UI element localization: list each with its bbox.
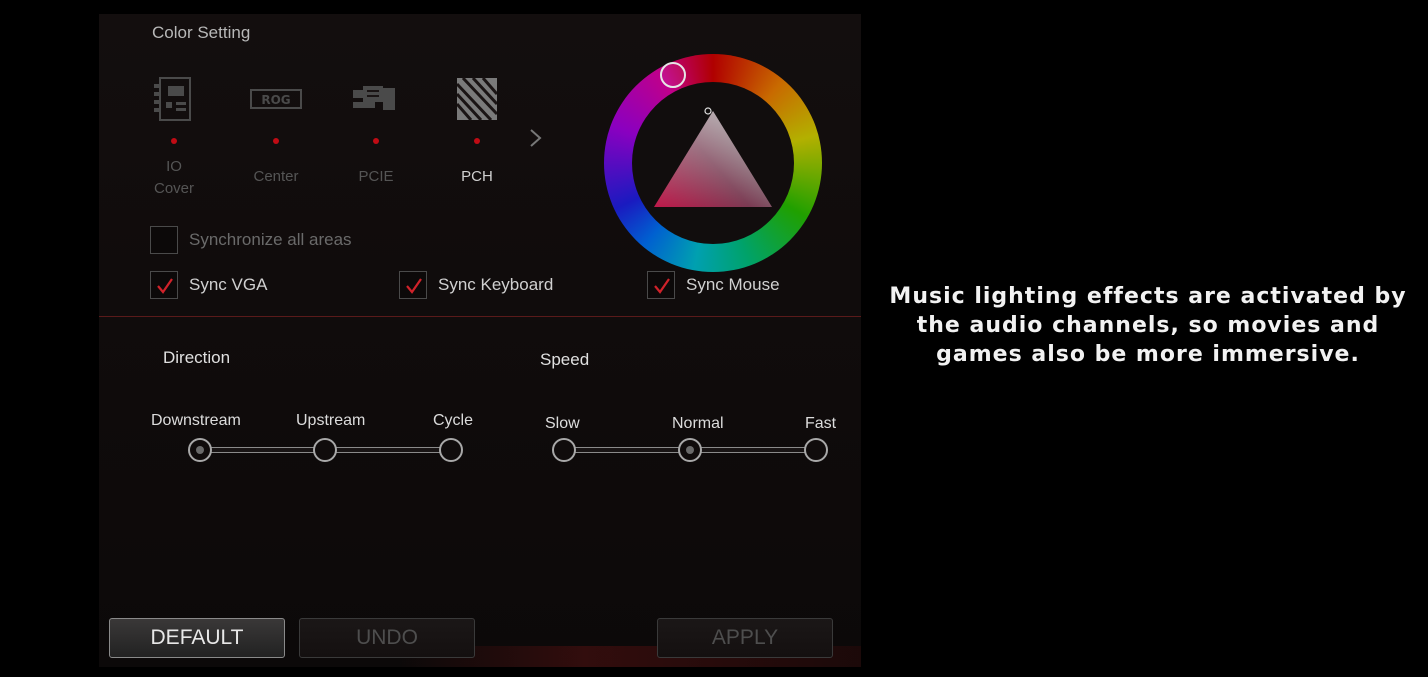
area-label-line-2: Cover <box>153 180 194 197</box>
area-status-dot <box>273 138 279 144</box>
sync-keyboard-label: Sync Keyboard <box>438 275 554 294</box>
sync-mouse-label: Sync Mouse <box>686 275 780 294</box>
sync-mouse-checkbox[interactable]: Sync Mouse <box>647 271 780 299</box>
area-label-line-1: IO <box>166 158 182 175</box>
sync-vga-label: Sync VGA <box>189 275 268 294</box>
area-label-io-cover: IO Cover <box>134 156 214 200</box>
saturation-handle[interactable] <box>704 107 712 115</box>
sync-vga-checkbox[interactable]: Sync VGA <box>150 271 267 299</box>
speed-option-normal[interactable]: Normal <box>672 415 724 433</box>
chevron-right-icon[interactable] <box>525 126 547 150</box>
default-button[interactable]: DEFAULT <box>109 618 285 658</box>
color-wheel[interactable] <box>604 54 822 272</box>
motherboard-icon <box>154 77 191 121</box>
speed-title: Speed <box>540 350 590 369</box>
direction-option-upstream[interactable]: Upstream <box>296 412 365 430</box>
direction-knob-cycle[interactable] <box>439 438 463 462</box>
direction-knob-downstream[interactable] <box>188 438 212 462</box>
synchronize-all-areas-checkbox[interactable]: Synchronize all areas <box>150 226 352 254</box>
pcie-slot-icon <box>353 86 395 110</box>
area-io-cover[interactable]: IO Cover <box>134 76 214 206</box>
direction-title: Direction <box>163 348 231 367</box>
checkbox-box[interactable] <box>150 271 178 299</box>
rog-logo-icon: ROG <box>250 89 302 109</box>
speed-option-fast[interactable]: Fast <box>805 415 836 433</box>
checkbox-box[interactable] <box>150 226 178 254</box>
area-status-dot <box>474 138 480 144</box>
section-divider <box>99 316 861 317</box>
area-label-pcie: PCIE <box>358 168 394 185</box>
direction-option-cycle[interactable]: Cycle <box>433 412 473 430</box>
area-label-center: Center <box>253 168 299 185</box>
checkbox-box[interactable] <box>399 271 427 299</box>
svg-text:ROG: ROG <box>261 93 290 107</box>
direction-knob-upstream[interactable] <box>313 438 337 462</box>
checkmark-icon <box>157 278 173 294</box>
speed-knob-slow[interactable] <box>552 438 576 462</box>
checkmark-icon <box>406 278 422 294</box>
area-pcie[interactable]: PCIE <box>336 76 416 206</box>
sync-keyboard-checkbox[interactable]: Sync Keyboard <box>399 271 553 299</box>
apply-button[interactable]: APPLY <box>657 618 833 658</box>
area-label-pch: PCH <box>461 168 493 185</box>
area-status-dot <box>373 138 379 144</box>
hue-handle[interactable] <box>660 62 686 88</box>
checkmark-icon <box>654 278 670 294</box>
area-status-dot <box>171 138 177 144</box>
area-center[interactable]: ROG Center <box>236 76 316 206</box>
synchronize-all-areas-label: Synchronize all areas <box>189 230 352 249</box>
speed-knob-normal[interactable] <box>678 438 702 462</box>
saturation-triangle[interactable] <box>604 54 822 272</box>
color-setting-title: Color Setting <box>152 23 251 42</box>
pch-heatsink-icon <box>457 76 497 122</box>
feature-caption: Music lighting effects are activated by … <box>889 284 1407 367</box>
area-pch[interactable]: PCH <box>437 76 517 206</box>
speed-knob-fast[interactable] <box>804 438 828 462</box>
undo-button[interactable]: UNDO <box>299 618 475 658</box>
checkbox-box[interactable] <box>647 271 675 299</box>
aura-settings-panel: Color Setting IO Cover ROG Center PCIE P… <box>99 14 861 667</box>
speed-option-slow[interactable]: Slow <box>545 415 580 433</box>
direction-option-downstream[interactable]: Downstream <box>151 412 241 430</box>
